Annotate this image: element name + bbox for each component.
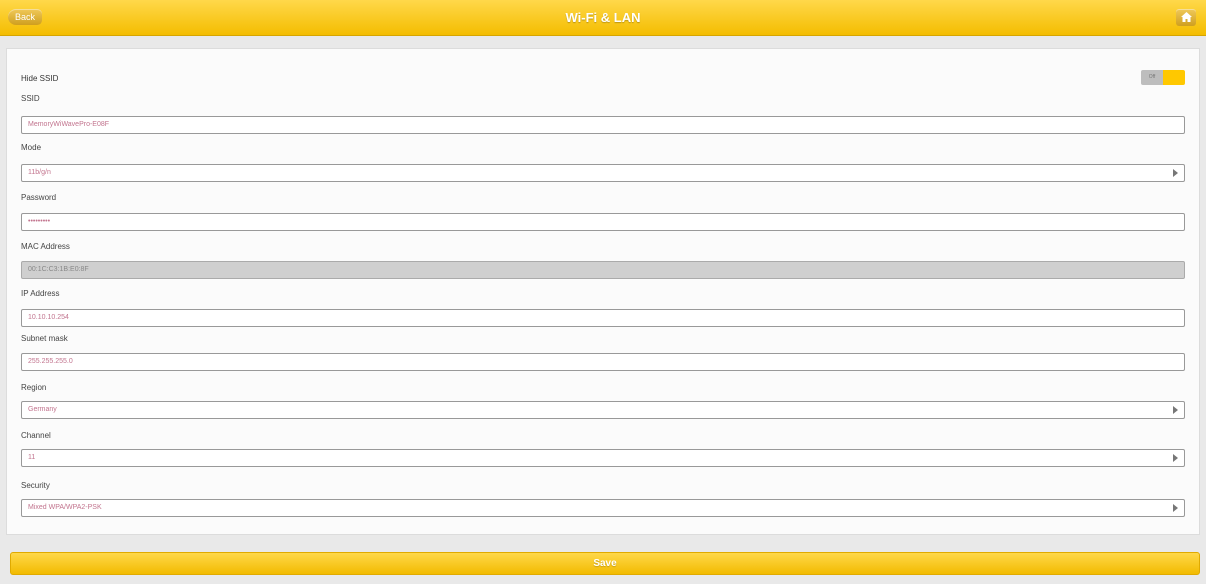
mode-value: 11b/g/n <box>28 169 51 176</box>
password-input[interactable]: ••••••••• <box>21 213 1185 231</box>
channel-value: 11 <box>28 454 36 461</box>
password-label: Password <box>21 193 57 202</box>
settings-panel: Hide SSID Off SSID MemoryWiWavePro-E08F Mo… <box>6 48 1200 535</box>
toggle-off-label: Off <box>1141 70 1163 85</box>
ip-address-value: 10.10.10.254 <box>28 314 69 321</box>
region-value: Germany <box>28 406 57 413</box>
subnet-mask-label: Subnet mask <box>21 334 68 343</box>
mac-address-input: 00:1C:C3:1B:E0:8F <box>21 261 1185 279</box>
mac-address-value: 00:1C:C3:1B:E0:8F <box>28 266 89 273</box>
subnet-mask-input[interactable]: 255.255.255.0 <box>21 353 1185 371</box>
home-button[interactable] <box>1176 9 1196 26</box>
chevron-right-icon <box>1173 454 1178 462</box>
security-value: Mixed WPA/WPA2-PSK <box>28 504 102 511</box>
back-button[interactable]: Back <box>8 9 42 25</box>
mode-label: Mode <box>21 143 42 152</box>
channel-select[interactable]: 11 <box>21 449 1185 467</box>
mode-select[interactable]: 11b/g/n <box>21 164 1185 182</box>
ip-address-input[interactable]: 10.10.10.254 <box>21 309 1185 327</box>
chevron-right-icon <box>1173 406 1178 414</box>
ssid-value: MemoryWiWavePro-E08F <box>28 121 110 128</box>
ssid-label: SSID <box>21 94 40 103</box>
home-icon <box>1180 12 1192 22</box>
save-button[interactable]: Save <box>10 552 1200 575</box>
security-select[interactable]: Mixed WPA/WPA2-PSK <box>21 499 1185 517</box>
chevron-right-icon <box>1173 169 1178 177</box>
security-label: Security <box>21 481 50 490</box>
region-select[interactable]: Germany <box>21 401 1185 419</box>
subnet-mask-value: 255.255.255.0 <box>28 358 73 365</box>
toggle-on-knob <box>1163 70 1185 85</box>
region-label: Region <box>21 383 47 392</box>
mac-address-label: MAC Address <box>21 242 70 251</box>
hide-ssid-toggle[interactable]: Off <box>1141 70 1185 85</box>
ssid-input[interactable]: MemoryWiWavePro-E08F <box>21 116 1185 134</box>
ip-address-label: IP Address <box>21 289 60 298</box>
header-bar: Back Wi-Fi & LAN <box>0 0 1206 36</box>
password-value: ••••••••• <box>28 218 51 225</box>
page-title: Wi-Fi & LAN <box>565 10 641 25</box>
chevron-right-icon <box>1173 504 1178 512</box>
channel-label: Channel <box>21 431 51 440</box>
hide-ssid-label: Hide SSID <box>21 74 59 83</box>
